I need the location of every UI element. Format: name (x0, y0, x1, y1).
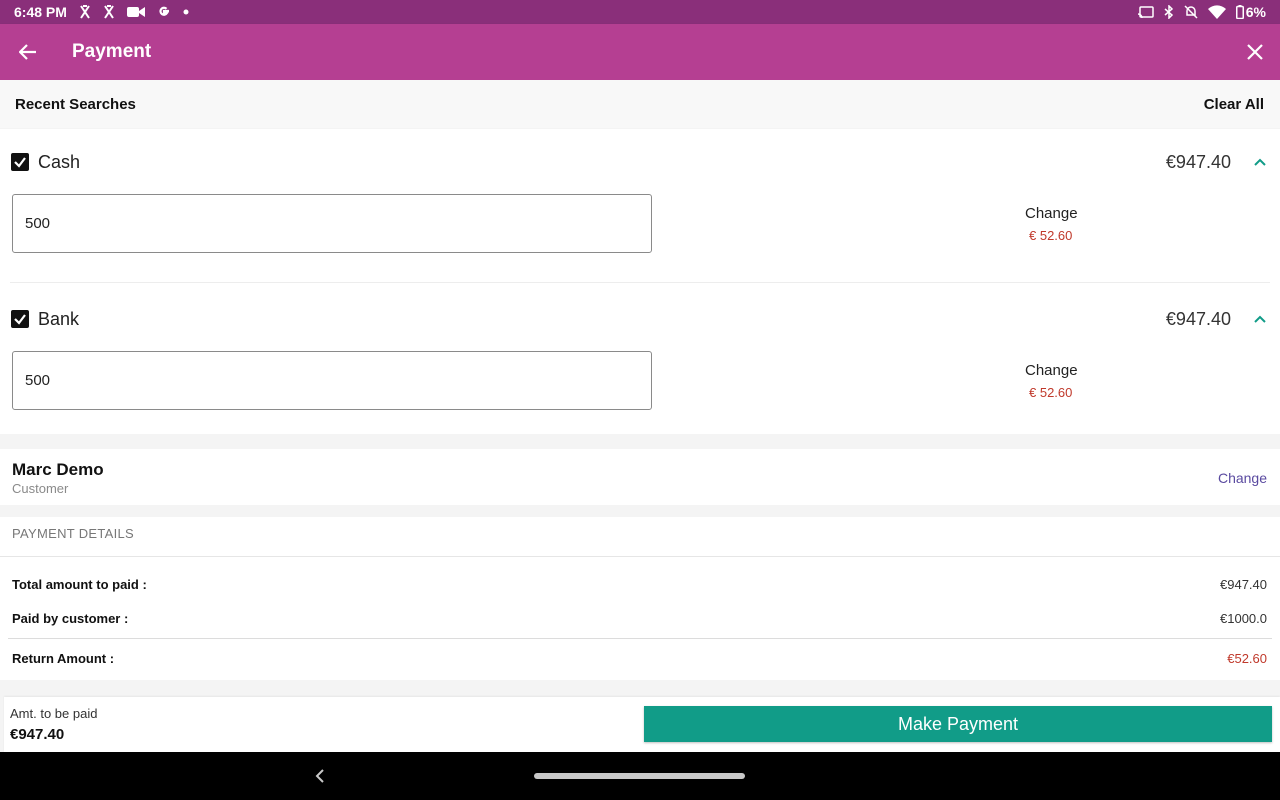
clear-all-button[interactable]: Clear All (1204, 96, 1264, 113)
make-payment-button[interactable]: Make Payment (644, 706, 1272, 742)
checkmark-icon (14, 314, 26, 325)
method-name: Cash (38, 152, 81, 172)
detail-value: €1000.0 (1220, 611, 1267, 626)
status-bar: 6:48 PM 6% (0, 0, 1280, 24)
customer-section: Marc Demo Customer Change (0, 449, 1280, 505)
nav-back-icon[interactable] (312, 766, 328, 786)
arrow-left-icon (19, 44, 36, 60)
system-nav-bar (0, 752, 1280, 800)
google-icon (157, 5, 171, 19)
battery-icon (1235, 5, 1244, 19)
home-handle[interactable] (534, 773, 745, 779)
payment-method-bank: Bank €947.40 Change € 52.60 (0, 286, 1280, 436)
change-label: Change (1025, 362, 1078, 379)
change-value: € 52.60 (1029, 385, 1073, 400)
method-amount: €947.40 (1165, 152, 1231, 172)
cast-icon (1137, 5, 1154, 19)
total-amount-row: Total amount to paid : €947.40 (12, 577, 1267, 597)
payment-method-cash: Cash €947.40 Change € 52.60 (0, 129, 1280, 283)
amount-to-pay-label: Amt. to be paid (10, 706, 98, 721)
payment-methods: Cash €947.40 Change € 52.60 Bank €947.40… (0, 129, 1280, 434)
change-customer-button[interactable]: Change (1218, 470, 1267, 486)
divider (8, 638, 1272, 639)
method-name: Bank (38, 309, 80, 329)
divider (0, 556, 1280, 557)
detail-label: Return Amount : (12, 651, 115, 666)
recent-searches-title: Recent Searches (15, 95, 136, 113)
method-amount: €947.40 (1165, 309, 1231, 329)
chevron-up-icon[interactable] (1252, 311, 1268, 327)
mute-bell-icon (1184, 5, 1198, 19)
wifi-icon (1207, 5, 1226, 19)
paid-by-customer-row: Paid by customer : €1000.0 (12, 611, 1267, 631)
status-time: 6:48 PM (14, 4, 67, 20)
payment-details: PAYMENT DETAILS Total amount to paid : €… (0, 517, 1280, 680)
detail-label: Paid by customer : (12, 611, 129, 626)
amount-to-pay-value: €947.40 (10, 726, 65, 743)
recent-searches-header: Recent Searches Clear All (0, 80, 1280, 128)
bottom-bar: Amt. to be paid €947.40 Make Payment (4, 697, 1280, 752)
dot-icon (183, 9, 189, 15)
fitness-icon (103, 5, 115, 19)
cash-checkbox[interactable] (11, 153, 29, 171)
change-value: € 52.60 (1029, 228, 1073, 243)
payment-details-title: PAYMENT DETAILS (12, 526, 135, 541)
bank-amount-input[interactable] (12, 351, 652, 410)
divider (10, 282, 1270, 283)
chevron-up-icon[interactable] (1252, 154, 1268, 170)
battery-percent: 6% (1245, 4, 1266, 20)
bluetooth-icon (1164, 5, 1174, 19)
cash-amount-input[interactable] (12, 194, 652, 253)
video-camera-icon (126, 6, 145, 18)
page-title: Payment (72, 41, 152, 62)
fitness-icon (79, 5, 91, 19)
bank-checkbox[interactable] (11, 310, 29, 328)
close-button[interactable] (1230, 24, 1280, 80)
customer-name: Marc Demo (12, 460, 104, 479)
customer-role: Customer (12, 481, 69, 496)
close-icon (1247, 44, 1263, 60)
return-amount-row: Return Amount : €52.60 (12, 651, 1267, 671)
detail-value: €947.40 (1220, 577, 1267, 592)
checkmark-icon (14, 157, 26, 168)
detail-value: €52.60 (1227, 651, 1267, 666)
detail-label: Total amount to paid : (12, 577, 147, 592)
back-button[interactable] (0, 24, 56, 80)
change-label: Change (1025, 205, 1078, 222)
app-bar: Payment (0, 24, 1280, 80)
